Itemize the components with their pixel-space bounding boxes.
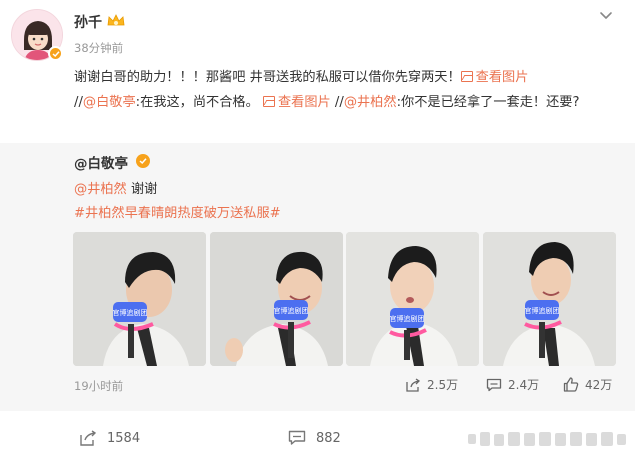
text-segment: :在我这，尚不合格。 [135, 94, 259, 110]
share-button[interactable]: 1584 [79, 430, 140, 446]
text-segment: 谢谢白哥的助力！！！那酱吧 井哥送我的私服可以借你先穿两天！ [74, 70, 461, 85]
view-image-link[interactable]: 查看图片 [460, 70, 529, 85]
crown-badge-icon [107, 14, 125, 26]
share-icon [80, 430, 97, 446]
like-count: 42万 [585, 378, 613, 392]
view-image-label: 查看图片 [277, 94, 331, 110]
view-image-label: 查看图片 [475, 70, 529, 85]
comment-button[interactable]: 882 [288, 430, 341, 446]
repost-text: @井柏然 谢谢 [74, 178, 157, 197]
repost-reply: 谢谢 [130, 182, 158, 197]
hashtag-link[interactable]: #井柏然早春晴朗热度破万送私服# [74, 202, 281, 221]
post-text: 谢谢白哥的助力！！！那酱吧 井哥送我的私服可以借你先穿两天！ 查看图片 //@白敬… [74, 66, 624, 115]
mention-link[interactable]: @井柏然 [344, 95, 397, 110]
repost-time[interactable]: 19小时前 [74, 378, 123, 394]
text-segment: :你不是已经拿了一套走！还要? [396, 94, 580, 110]
image-grid: 官博追剧团 官博追剧团 官博追剧团 官博追剧团 [73, 232, 616, 366]
text-segment: // [330, 94, 344, 110]
weibo-post: 孙千 38分钟前 谢谢白哥的助力！！！那酱吧 井哥送我的私服可以借你先穿两天！ 查… [0, 0, 635, 457]
comment-icon [486, 378, 502, 391]
mic-label: 官博追剧团 [525, 306, 560, 315]
repost-image[interactable]: 官博追剧团 [73, 232, 206, 366]
mention-link[interactable]: @白敬亭 [83, 95, 136, 110]
repost-like-button[interactable]: 42万 [563, 376, 612, 393]
author-name[interactable]: 孙千 [74, 12, 102, 32]
chevron-down-icon[interactable] [598, 10, 614, 22]
avatar[interactable] [11, 9, 65, 63]
post-time[interactable]: 38分钟前 [74, 40, 123, 56]
repost-share-button[interactable]: 2.5万 [405, 376, 458, 393]
mic-label: 官博追剧团 [113, 308, 148, 317]
repost-comment-button[interactable]: 2.4万 [486, 376, 539, 393]
repost-image[interactable]: 官博追剧团 [210, 232, 343, 366]
thumbs-up-icon [563, 377, 579, 392]
comment-icon [288, 430, 306, 445]
comment-count: 2.4万 [508, 378, 540, 392]
verified-badge-icon [136, 154, 150, 168]
mic-label: 官博追剧团 [390, 314, 425, 323]
repost-author[interactable]: @白敬亭 [74, 152, 128, 172]
repost-image[interactable]: 官博追剧团 [346, 232, 479, 366]
image-icon [460, 71, 473, 82]
mic-label: 官博追剧团 [274, 306, 309, 315]
text-segment: // [74, 94, 83, 110]
repost-count: 2.5万 [427, 378, 459, 392]
repost-image[interactable]: 官博追剧团 [483, 232, 616, 366]
view-image-link[interactable]: 查看图片 [262, 94, 331, 110]
verified-badge-icon [48, 46, 63, 61]
comment-count: 882 [316, 430, 341, 446]
share-icon [406, 377, 421, 392]
mention-link[interactable]: @井柏然 [74, 182, 127, 197]
image-icon [262, 95, 275, 107]
share-count: 1584 [107, 430, 141, 446]
watermark-image [468, 432, 626, 446]
